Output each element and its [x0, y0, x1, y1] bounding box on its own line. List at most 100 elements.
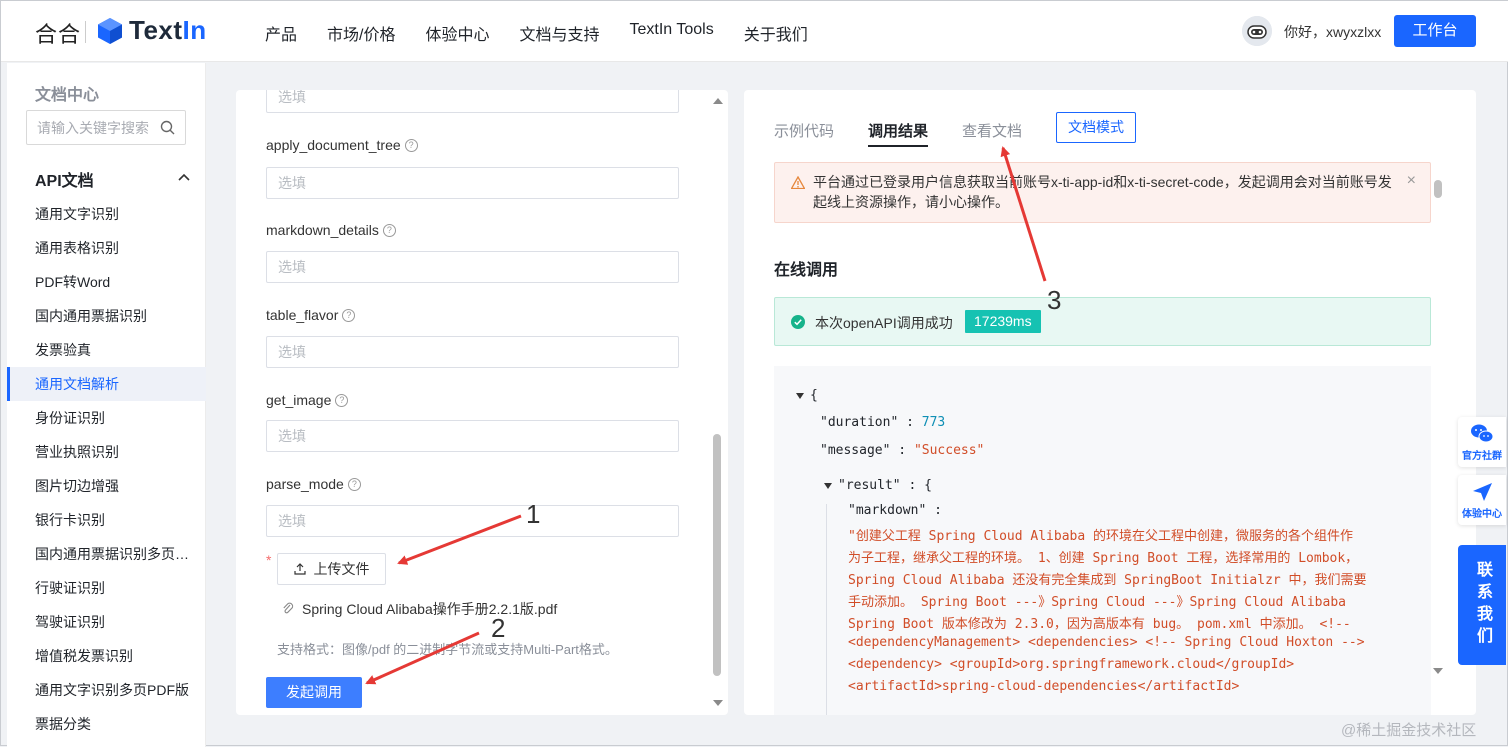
uploaded-file[interactable]: Spring Cloud Alibaba操作手册2.2.1版.pdf — [282, 599, 557, 619]
json-key: "result" — [838, 478, 901, 493]
json-markdown-line: <dependencyManagement> <dependencies> <!… — [848, 635, 1365, 650]
json-brace: { — [810, 388, 818, 403]
textin-logo[interactable]: TextIn — [129, 15, 207, 46]
help-icon[interactable]: ? — [382, 223, 396, 237]
result-scrollbar[interactable] — [1433, 180, 1446, 680]
tab-call-result[interactable]: 调用结果 — [868, 120, 929, 147]
apply-document-tree-input[interactable] — [266, 167, 679, 199]
check-circle-icon — [791, 315, 805, 329]
sidebar-item-image-crop[interactable]: 图片切边增强 — [7, 469, 206, 503]
sidebar-item-table-ocr[interactable]: 通用表格识别 — [7, 231, 206, 265]
json-markdown-line: <artifactId>spring-cloud-dependencies</a… — [848, 679, 1240, 694]
experience-label: 体验中心 — [1462, 509, 1502, 520]
help-icon[interactable]: ? — [335, 393, 349, 407]
upload-file-button[interactable]: 上传文件 — [277, 553, 386, 585]
textin-cube-icon — [98, 18, 122, 44]
table-flavor-input[interactable] — [266, 336, 679, 368]
contact-us-button[interactable]: 联系我们 — [1458, 545, 1506, 665]
collapse-triangle-icon[interactable] — [824, 482, 832, 489]
paperclip-icon — [283, 602, 294, 614]
logo-divider — [85, 21, 86, 43]
json-markdown-line: "创建父工程 Spring Cloud Alibaba 的环境在父工程中创建，微… — [848, 529, 1354, 544]
previous-field-input[interactable] — [266, 90, 679, 113]
sidebar-item-document-parse[interactable]: 通用文档解析 — [7, 367, 206, 401]
robot-avatar-icon — [1242, 16, 1272, 46]
json-brace: { — [924, 478, 932, 493]
logo-text-part: Text — [129, 15, 183, 45]
scroll-up-arrow-icon[interactable] — [713, 98, 723, 104]
field-name: parse_mode — [266, 476, 344, 492]
nav-market-price[interactable]: 市场/价格 — [327, 21, 395, 45]
help-icon[interactable]: ? — [342, 308, 356, 322]
upload-label: 上传文件 — [313, 561, 370, 577]
json-string: "Success" — [913, 443, 985, 458]
field-label-get-image: get_image ? — [266, 392, 349, 408]
json-markdown-line: Spring Boot 版本修改为 2.3.0，因为高版本有 bug。 pom.… — [848, 617, 1351, 632]
scroll-down-arrow-icon[interactable] — [1433, 668, 1443, 674]
nav-textin-tools[interactable]: TextIn Tools — [630, 21, 714, 45]
nav-about-us[interactable]: 关于我们 — [744, 21, 808, 45]
sidebar-item-bank-card[interactable]: 银行卡识别 — [7, 503, 206, 537]
workbench-button[interactable]: 工作台 — [1394, 15, 1476, 47]
annotation-number-3: 3 — [1047, 285, 1062, 315]
json-colon: : — [906, 415, 914, 430]
annotation-number-2: 2 — [491, 613, 506, 643]
sidebar-item-general-ocr[interactable]: 通用文字识别 — [7, 197, 206, 231]
official-community-widget[interactable]: 官方社群 — [1458, 417, 1506, 467]
experience-center-widget[interactable]: 体验中心 — [1458, 475, 1506, 525]
scrollbar-thumb[interactable] — [1434, 180, 1442, 198]
nav-experience-center[interactable]: 体验中心 — [425, 21, 489, 45]
json-root-line[interactable]: { — [796, 388, 818, 403]
collapse-triangle-icon[interactable] — [796, 392, 804, 399]
send-arrow-icon — [1473, 483, 1492, 501]
chevron-up-icon[interactable] — [178, 173, 190, 181]
form-scrollbar[interactable] — [710, 90, 724, 715]
json-line-duration: "duration" : 773 — [820, 415, 945, 430]
nav-docs-support[interactable]: 文档与支持 — [519, 21, 599, 45]
result-panel: 示例代码 调用结果 查看文档 文档模式 平台通过已登录用户信息获取当前账号x-t… — [744, 90, 1476, 715]
warning-text: 平台通过已登录用户信息获取当前账号x-ti-app-id和x-ti-secret… — [813, 174, 1392, 210]
invoke-button[interactable]: 发起调用 — [266, 677, 362, 708]
sidebar-search — [26, 110, 186, 145]
hehe-logo[interactable]: 合合 — [35, 17, 81, 49]
sidebar-item-invoice-multipage[interactable]: 国内通用票据识别多页PDF版 — [7, 537, 206, 571]
scroll-down-arrow-icon[interactable] — [713, 700, 723, 706]
field-label-table-flavor: table_flavor ? — [266, 307, 356, 323]
sidebar-item-pdf-to-word[interactable]: PDF转Word — [7, 265, 206, 299]
field-name: markdown_details — [266, 222, 379, 238]
sidebar-item-vehicle-license[interactable]: 行驶证识别 — [7, 571, 206, 605]
doc-mode-button[interactable]: 文档模式 — [1056, 112, 1136, 143]
sidebar-list: 通用文字识别 通用表格识别 PDF转Word 国内通用票据识别 发票验真 通用文… — [7, 197, 206, 741]
sidebar-item-receipt-classify[interactable]: 票据分类 — [7, 707, 206, 741]
sidebar-item-business-license[interactable]: 营业执照识别 — [7, 435, 206, 469]
sidebar-item-invoice-ocr[interactable]: 国内通用票据识别 — [7, 299, 206, 333]
sidebar-section-api-docs[interactable]: API文档 — [35, 167, 94, 191]
nav-products[interactable]: 产品 — [265, 21, 297, 45]
sidebar-item-id-card[interactable]: 身份证识别 — [7, 401, 206, 435]
help-icon[interactable]: ? — [404, 138, 418, 152]
get-image-input[interactable] — [266, 420, 679, 452]
json-line-message: "message" : "Success" — [820, 443, 984, 458]
sidebar-search-input[interactable] — [27, 111, 155, 144]
sidebar-item-driver-license[interactable]: 驾驶证识别 — [7, 605, 206, 639]
json-line-result[interactable]: "result" : { — [824, 478, 932, 493]
close-icon[interactable]: × — [1407, 172, 1416, 190]
json-number: 773 — [921, 415, 946, 430]
json-indent-guide — [826, 504, 827, 715]
tab-sample-code[interactable]: 示例代码 — [774, 120, 834, 141]
user-greeting[interactable]: 你好，xwyxzlxx — [1284, 22, 1381, 42]
tab-view-docs[interactable]: 查看文档 — [962, 120, 1022, 141]
field-name: get_image — [266, 392, 332, 408]
sidebar-item-vat-invoice[interactable]: 增值税发票识别 — [7, 639, 206, 673]
scrollbar-thumb[interactable] — [713, 434, 721, 676]
search-icon[interactable] — [160, 120, 175, 135]
app-window: 合合 TextIn 产品 市场/价格 体验中心 文档与支持 TextIn Too… — [0, 0, 1508, 747]
parse-mode-input[interactable] — [266, 505, 679, 537]
help-icon[interactable]: ? — [347, 477, 361, 491]
warning-alert: 平台通过已登录用户信息获取当前账号x-ti-app-id和x-ti-secret… — [774, 162, 1431, 223]
sidebar-item-general-ocr-multipage[interactable]: 通用文字识别多页PDF版 — [7, 673, 206, 707]
markdown-details-input[interactable] — [266, 251, 679, 283]
sidebar-item-invoice-verify[interactable]: 发票验真 — [7, 333, 206, 367]
sidebar-title: 文档中心 — [35, 87, 100, 104]
avatar[interactable] — [1242, 16, 1272, 46]
